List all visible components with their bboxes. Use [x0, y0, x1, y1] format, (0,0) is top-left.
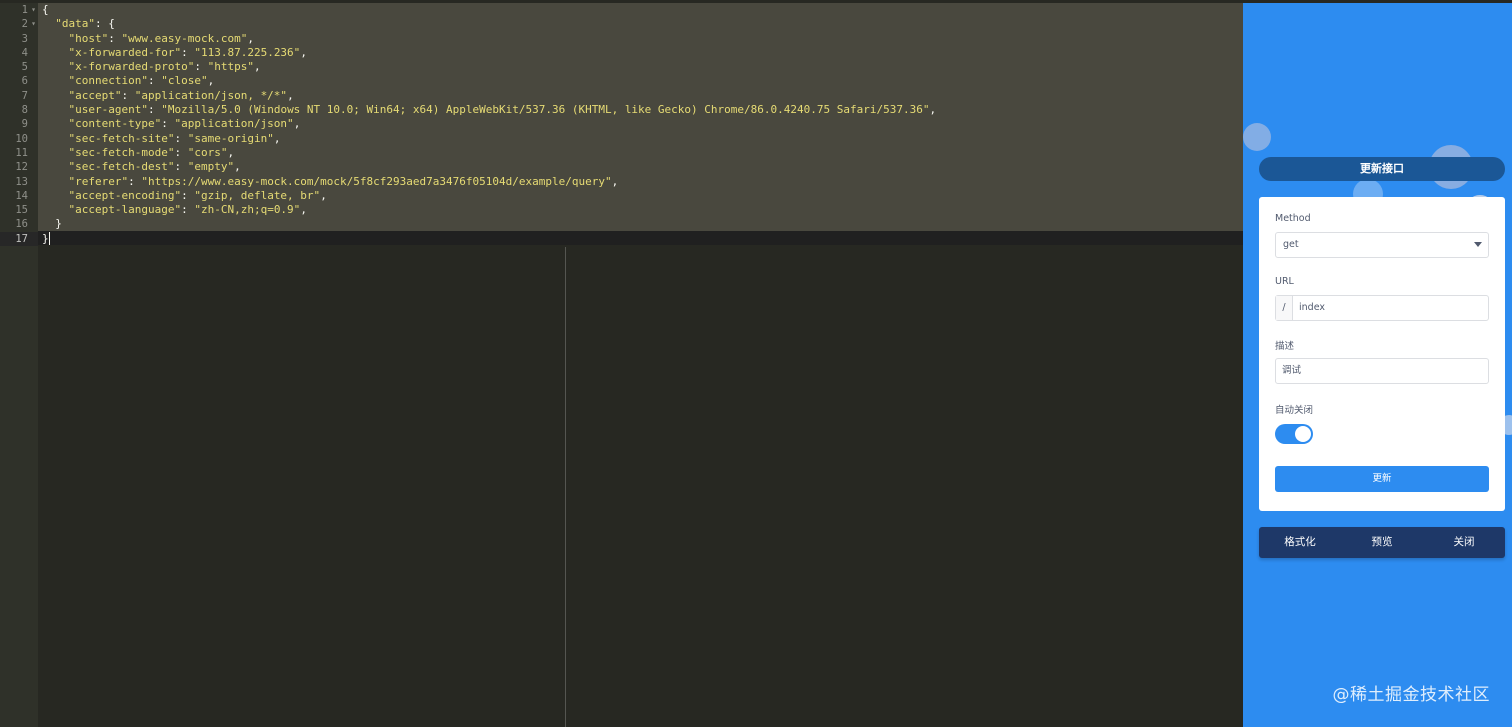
decor-bubble	[1243, 123, 1271, 151]
code-line: "content-type": "application/json",	[68, 117, 301, 131]
api-edit-panel: 更新接口 Method get URL / index 描述 调试 自动关闭 更…	[1243, 3, 1512, 727]
line-number: 8	[21, 104, 28, 117]
code-line: "accept": "application/json, */*",	[68, 88, 294, 102]
code-line: "sec-fetch-dest": "empty",	[68, 160, 241, 174]
code-editor[interactable]: 1 ▾ 2 ▾ 3 4 5 6 7 8 9 10 11 12 13 14 15 16 17 { "data": { …	[0, 3, 1243, 727]
auto-close-toggle[interactable]	[1275, 424, 1313, 444]
line-numbers: 1 ▾ 2 ▾ 3 4 5 6 7 8 9 10 11 12 13 14 15 16 17	[0, 3, 38, 247]
api-form: Method get URL / index 描述 调试 自动关闭 更新	[1259, 197, 1505, 511]
fold-arrow-icon[interactable]: ▾	[31, 3, 36, 17]
line-number: 13	[15, 175, 28, 188]
line-number: 11	[15, 146, 28, 159]
url-label: URL	[1275, 276, 1294, 287]
code-line: "connection": "close",	[68, 74, 215, 88]
line-number: 17	[0, 231, 38, 247]
line-number: 2 ▾	[21, 17, 36, 31]
action-bar: 格式化 预览 关闭	[1259, 527, 1505, 558]
line-number: 15	[15, 204, 28, 217]
code-line: "x-forwarded-for": "113.87.225.236",	[68, 45, 307, 59]
code-area[interactable]: { "data": { "host": "www.easy-mock.com",…	[38, 3, 1243, 727]
method-select-value: get	[1283, 239, 1299, 250]
line-number: 6	[21, 75, 28, 88]
code-line: "x-forwarded-proto": "https",	[68, 60, 261, 74]
line-number: 5	[21, 61, 28, 74]
line-number: 14	[15, 189, 28, 202]
method-select[interactable]: get	[1275, 232, 1489, 258]
fold-arrow-icon[interactable]: ▾	[31, 17, 36, 31]
code-line: "accept-encoding": "gzip, deflate, br",	[68, 188, 327, 202]
code-line: "sec-fetch-mode": "cors",	[68, 145, 235, 159]
panel-title: 更新接口	[1259, 157, 1505, 181]
code-line: "sec-fetch-site": "same-origin",	[68, 131, 281, 145]
line-number: 10	[15, 132, 28, 145]
close-button[interactable]: 关闭	[1423, 527, 1505, 558]
description-input[interactable]: 调试	[1275, 358, 1489, 384]
preview-button[interactable]: 预览	[1341, 527, 1423, 558]
auto-close-label: 自动关闭	[1275, 405, 1314, 416]
description-label: 描述	[1275, 341, 1295, 352]
format-button[interactable]: 格式化	[1259, 527, 1341, 558]
code-line: "data": {	[55, 17, 115, 31]
code-line: "user-agent": "Mozilla/5.0 (Windows NT 1…	[68, 103, 937, 117]
line-number: 3	[21, 32, 28, 45]
url-input[interactable]: index	[1293, 296, 1488, 320]
chevron-down-icon	[1474, 242, 1482, 247]
toggle-knob	[1295, 426, 1311, 442]
url-input-group[interactable]: / index	[1275, 295, 1489, 321]
code-line: "host": "www.easy-mock.com",	[68, 31, 254, 45]
method-label: Method	[1275, 213, 1311, 224]
url-prefix: /	[1276, 296, 1293, 320]
code-lines[interactable]: { "data": { "host": "www.easy-mock.com",…	[42, 3, 1243, 246]
code-line: }	[42, 217, 62, 231]
print-margin	[565, 247, 566, 727]
code-line: {	[42, 3, 49, 16]
update-button[interactable]: 更新	[1275, 466, 1489, 492]
line-number: 9	[21, 118, 28, 131]
line-number: 1 ▾	[21, 3, 36, 17]
line-number: 12	[15, 161, 28, 174]
watermark-text: @稀土掘金技术社区	[1332, 685, 1490, 705]
line-number: 16	[15, 218, 28, 231]
code-line: }	[42, 231, 49, 245]
text-cursor	[49, 232, 50, 245]
editor-gutter: 1 ▾ 2 ▾ 3 4 5 6 7 8 9 10 11 12 13 14 15 16 17	[0, 3, 38, 727]
code-line: "accept-language": "zh-CN,zh;q=0.9",	[68, 203, 307, 217]
line-number: 7	[21, 89, 28, 102]
code-line: "referer": "https://www.easy-mock.com/mo…	[68, 174, 619, 188]
line-number: 4	[21, 46, 28, 59]
